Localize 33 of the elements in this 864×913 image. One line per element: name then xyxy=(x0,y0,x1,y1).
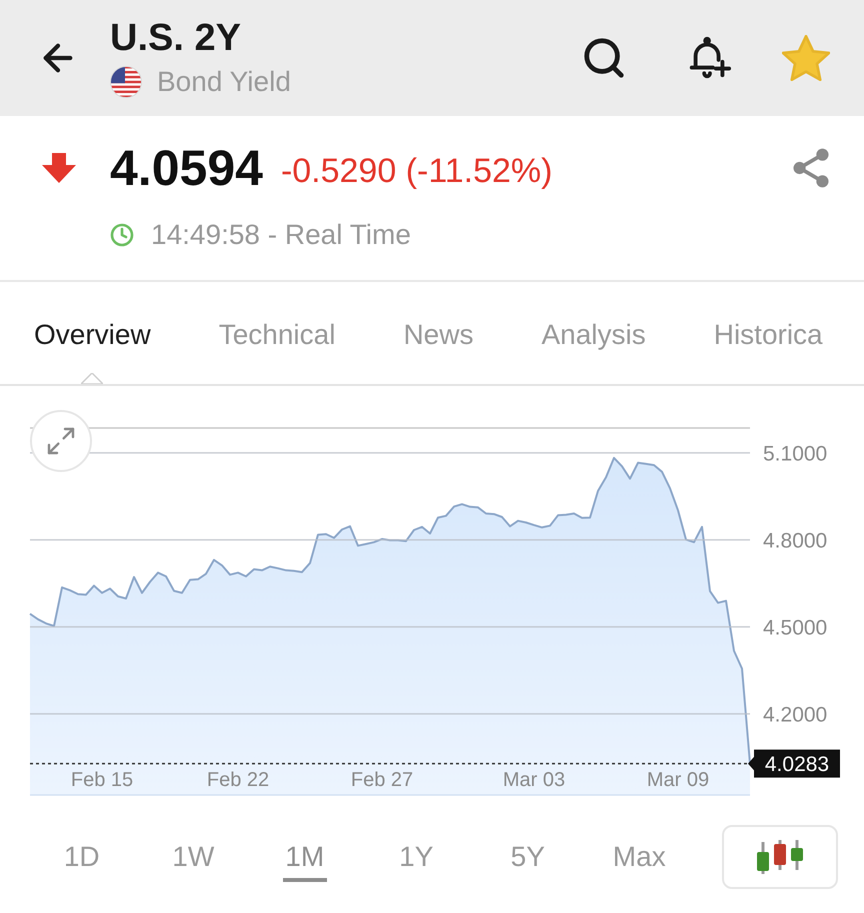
chart-type-button[interactable] xyxy=(722,824,838,888)
instrument-type: Bond Yield xyxy=(157,65,291,99)
y-axis-label: 4.8000 xyxy=(763,529,828,552)
period-button[interactable]: Max xyxy=(584,824,695,888)
tab[interactable]: Historica xyxy=(680,282,857,384)
page-title: U.S. 2Y xyxy=(110,16,242,60)
tab[interactable]: Technical xyxy=(184,282,370,384)
period-button[interactable]: 1D xyxy=(26,824,138,888)
period-button[interactable]: 5Y xyxy=(472,824,584,888)
clock-icon xyxy=(110,223,134,247)
flag-icon xyxy=(110,66,142,98)
x-axis-label: Mar 09 xyxy=(646,769,710,791)
period-button[interactable]: 1W xyxy=(138,824,249,888)
candlestick-icon xyxy=(755,840,805,874)
price-value: 4.0594 xyxy=(110,143,263,193)
ref-line-label: 4.0283 xyxy=(764,753,830,776)
price-change: -0.5290 (-11.52%) xyxy=(280,154,552,188)
y-axis-label: 4.5000 xyxy=(763,616,828,640)
period-button[interactable]: 1M xyxy=(249,824,360,888)
tab-notch-icon xyxy=(81,373,104,384)
x-axis-label: Feb 22 xyxy=(206,769,270,791)
y-axis-label: 4.2000 xyxy=(763,703,828,726)
update-time: 14:49:58 - Real Time xyxy=(151,218,411,252)
x-axis-label: Mar 03 xyxy=(502,769,566,791)
y-axis-label: 5.1000 xyxy=(763,442,828,466)
share-icon xyxy=(792,148,830,188)
period-button[interactable]: 1Y xyxy=(360,824,472,888)
x-axis-label: Feb 27 xyxy=(350,769,414,791)
tab[interactable]: News xyxy=(369,282,508,384)
x-axis-label: Feb 15 xyxy=(70,769,134,791)
tab[interactable]: Overview xyxy=(0,282,185,384)
expand-icon xyxy=(45,425,77,457)
tab[interactable]: Analysis xyxy=(507,282,680,384)
